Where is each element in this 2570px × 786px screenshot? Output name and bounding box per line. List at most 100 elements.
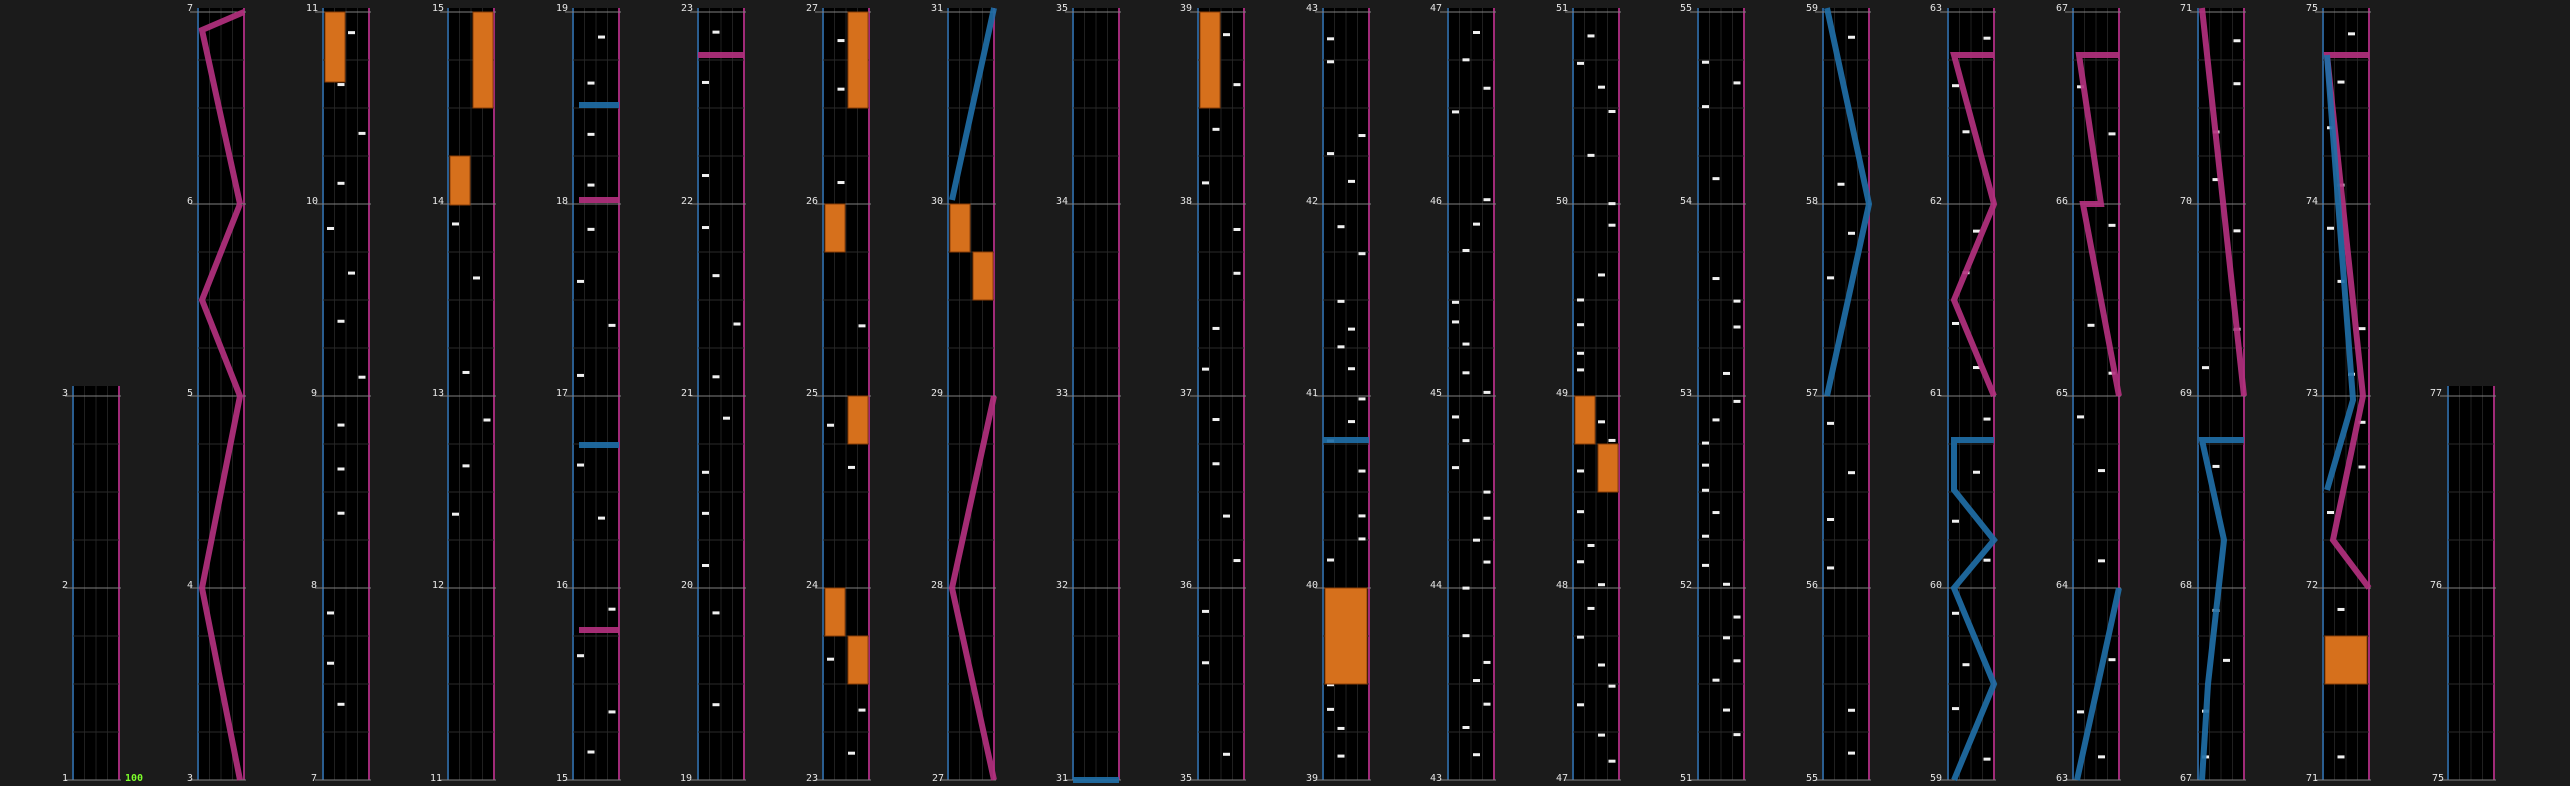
measure-label: 50 [1556,196,1568,207]
col-top-label: 55 [1680,3,1692,14]
measure-label: 57 [1806,388,1818,399]
col-bottom-label: 75 [2432,773,2444,784]
bt-chip [1462,634,1470,638]
bt-chip [598,516,605,520]
col-top-label: 39 [1180,3,1192,14]
measure-label: 6 [187,196,193,207]
bt-chip [1983,558,1991,562]
bt-chip [2212,464,2220,468]
measure-label: 65 [2056,388,2068,399]
measure-label: 2 [62,580,68,591]
bt-chip [1473,30,1480,34]
col-top-label: 19 [556,3,568,14]
bt-chip [1233,559,1241,563]
bt-chip [1952,321,1959,325]
col-bottom-label: 71 [2306,773,2318,784]
bt-chip [1733,733,1741,737]
bt-chip [327,226,334,230]
measure-label: 49 [1556,388,1568,399]
bt-chip [1608,109,1616,113]
measure-label: 73 [2306,388,2318,399]
col-top-label: 27 [806,3,818,14]
bt-chip [1483,390,1491,394]
bt-chip [1577,469,1584,473]
bt-chip [827,423,834,427]
measure-label: 18 [556,196,568,207]
measure-label: 32 [1056,580,1068,591]
bt-chip [1452,466,1459,470]
bt-chip [1358,514,1366,518]
bt-chip [1587,606,1595,610]
bt-chip [2337,755,2345,759]
combo-counter: 100 [125,773,143,784]
bt-chip [337,511,345,515]
col-bottom-label: 55 [1806,773,1818,784]
bt-chip [1473,222,1480,226]
bt-chip [483,418,491,422]
col-bottom-label: 63 [2056,773,2068,784]
bt-chip [1952,611,1959,615]
bt-chip [2327,226,2334,230]
bt-chip [1587,153,1595,157]
bt-chip [608,710,616,714]
measure-label: 16 [556,580,568,591]
col-top-label: 31 [931,3,943,14]
bt-chip [837,87,845,91]
bt-chip [337,83,345,87]
col-top-label: 3 [62,388,68,399]
bt-chip [1462,439,1470,443]
bt-chip [858,708,866,712]
bt-chip [1577,635,1584,639]
col-top-label: 23 [681,3,693,14]
bt-chip [1848,751,1855,755]
bt-chip [1202,609,1209,613]
measure-label: 33 [1056,388,1068,399]
bt-chip [1212,127,1220,131]
bt-chip [1723,708,1730,712]
bt-chip [2098,755,2105,759]
bt-chip [1327,60,1334,64]
col-bottom-label: 43 [1430,773,1442,784]
lane-layer [65,8,2496,781]
bt-chip [1452,320,1459,324]
bt-chip [608,323,616,327]
bt-chip [1577,323,1584,327]
bt-chip [577,463,584,467]
bt-chip [1712,177,1720,181]
bt-chip [2337,607,2345,611]
bt-chip [1223,514,1230,518]
bt-chip [1577,368,1584,372]
bt-chip [1848,708,1855,712]
bt-chip [1327,558,1334,562]
bt-chip [2077,415,2084,419]
bt-chip [1712,277,1720,281]
bt-chip [1483,516,1491,520]
measure-label: 13 [432,388,444,399]
bt-chip [2358,327,2366,331]
bt-chip [1608,684,1616,688]
measure-label: 9 [311,388,317,399]
col-top-label: 7 [187,3,193,14]
measure-label: 56 [1806,580,1818,591]
bt-chip [1462,586,1470,590]
bt-chip [702,226,709,230]
bt-chip [1483,560,1491,564]
bt-chip [587,183,595,187]
measure-label: 53 [1680,388,1692,399]
measure-label: 41 [1306,388,1318,399]
bt-chip [2327,511,2334,515]
bt-chip [1587,543,1595,547]
col-top-label: 75 [2306,3,2318,14]
bt-chip [1233,271,1241,275]
bt-chip [712,274,720,278]
bt-chip [1337,345,1345,349]
fx-hold [847,11,869,109]
bt-chip [1483,490,1491,494]
bt-chip [837,39,845,43]
bt-chip [1608,223,1616,227]
measure-label: 70 [2180,196,2192,207]
col-bottom-label: 51 [1680,773,1692,784]
bt-chip [1202,661,1209,665]
measure-label: 38 [1180,196,1192,207]
bt-chip [587,227,595,231]
